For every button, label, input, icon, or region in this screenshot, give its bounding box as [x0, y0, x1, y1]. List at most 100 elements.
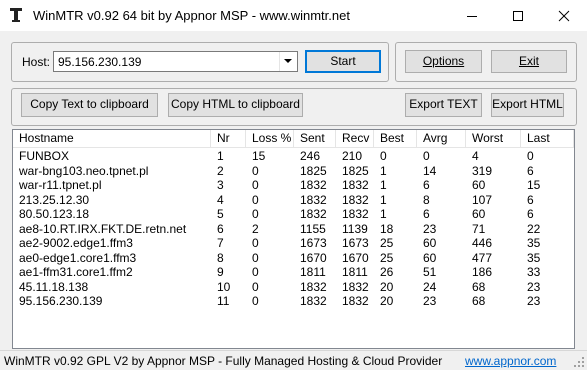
host-dropdown-button[interactable]	[279, 52, 297, 71]
table-cell: 5	[217, 207, 224, 221]
status-text: WinMTR v0.92 GPL V2 by Appnor MSP - Full…	[4, 354, 443, 368]
exit-button[interactable]: Exit	[491, 50, 567, 73]
table-cell: 1832	[300, 279, 327, 294]
table-cell: 95.156.230.139	[19, 294, 103, 308]
table-row[interactable]: ae8-10.RT.IRX.FKT.DE.retn.net 6 2 1155 1139 1…	[13, 222, 574, 236]
appnor-link[interactable]: www.appnor.com	[465, 354, 556, 368]
column-header-hostname[interactable]: Hostname	[13, 130, 211, 147]
table-cell: 1832	[342, 178, 369, 192]
table-cell: 71	[472, 221, 486, 236]
table-row[interactable]: ae2-9002.edge1.ffm3 7 0 1673 1673 25 60 446 35	[13, 236, 574, 250]
table-cell: 2	[217, 163, 224, 178]
resize-grip-icon[interactable]	[573, 356, 585, 368]
table-cell: 60	[423, 236, 437, 250]
client-area: Host: Start Options Exit Copy Text to cl…	[0, 31, 587, 369]
table-cell: 25	[380, 236, 394, 250]
table-cell: 210	[342, 149, 363, 163]
options-button[interactable]: Options	[405, 50, 482, 73]
export-html-button[interactable]: Export HTML	[491, 93, 564, 117]
table-cell: 45.11.18.138	[19, 279, 89, 294]
table-cell: 18	[380, 221, 394, 236]
table-cell: 1	[380, 192, 387, 207]
table-cell: 11	[217, 294, 230, 308]
table-cell: 0	[252, 207, 259, 221]
chevron-down-icon	[284, 59, 292, 63]
table-cell: 246	[300, 149, 321, 163]
table-row[interactable]: 213.25.12.30 4 0 1832 1832 1 8 107 6	[13, 193, 574, 207]
table-cell: 6	[217, 221, 224, 236]
table-row[interactable]: 45.11.18.138 10 0 1832 1832 20 24 68 23	[13, 280, 574, 294]
table-cell: 26	[380, 265, 394, 279]
table-cell: 25	[380, 250, 394, 265]
table-cell: 15	[527, 178, 541, 192]
table-row[interactable]: ae1-ffm31.core1.ffm2 9 0 1811 1811 26 51 186 33	[13, 265, 574, 279]
table-cell: 60	[472, 207, 486, 221]
table-cell: 3	[217, 178, 224, 192]
table-cell: 68	[472, 279, 486, 294]
table-cell: 1673	[300, 236, 327, 250]
table-cell: 1139	[342, 221, 368, 236]
start-button[interactable]: Start	[305, 50, 381, 73]
table-row[interactable]: 95.156.230.139 11 0 1832 1832 20 23 68 23	[13, 294, 574, 308]
host-input[interactable]	[56, 52, 282, 71]
table-row[interactable]: war-bng103.neo.tpnet.pl 2 0 1825 1825 1 14 319 6	[13, 164, 574, 178]
table-cell: 1832	[342, 207, 369, 221]
table-cell: 9	[217, 265, 224, 279]
table-row[interactable]: FUNBOX 1 15 246 210 0 0 4 0	[13, 149, 574, 163]
table-cell: 4	[472, 149, 479, 163]
table-row[interactable]: war-r11.tpnet.pl 3 0 1832 1832 1 6 60 15	[13, 178, 574, 192]
column-header-sent[interactable]: Sent	[294, 130, 336, 147]
title-bar[interactable]: WinMTR v0.92 64 bit by Appnor MSP - www.…	[0, 0, 587, 31]
table-row[interactable]: ae0-edge1.core1.ffm3 8 0 1670 1670 25 60 477 35	[13, 251, 574, 265]
table-cell: 6	[527, 163, 534, 178]
maximize-button[interactable]	[495, 0, 541, 31]
results-table[interactable]: Hostname Nr Loss % Sent Recv Best Avrg Worst Las…	[12, 129, 575, 349]
table-cell: 22	[527, 221, 541, 236]
column-header-avrg[interactable]: Avrg	[417, 130, 466, 147]
table-cell: 4	[217, 192, 224, 207]
table-cell: 6	[423, 207, 430, 221]
table-cell: 1825	[300, 163, 327, 178]
table-cell: 20	[380, 279, 394, 294]
column-header-recv[interactable]: Recv	[336, 130, 374, 147]
table-cell: 1155	[300, 221, 326, 236]
status-bar: WinMTR v0.92 GPL V2 by Appnor MSP - Full…	[0, 350, 587, 370]
table-cell: 23	[423, 221, 437, 236]
table-cell: 24	[423, 279, 437, 294]
column-header-best[interactable]: Best	[374, 130, 417, 147]
table-cell: 10	[217, 279, 231, 294]
table-cell: 1832	[300, 294, 327, 308]
column-header-worst[interactable]: Worst	[466, 130, 521, 147]
table-cell: 1	[380, 178, 387, 192]
table-row[interactable]: 80.50.123.18 5 0 1832 1832 1 6 60 6	[13, 207, 574, 221]
column-header-nr[interactable]: Nr	[211, 130, 246, 147]
table-cell: 107	[472, 192, 493, 207]
minimize-icon	[467, 16, 477, 17]
table-cell: FUNBOX	[19, 149, 70, 163]
close-icon	[558, 10, 570, 22]
export-text-button[interactable]: Export TEXT	[405, 93, 482, 117]
app-icon	[10, 8, 22, 22]
column-header-last[interactable]: Last	[521, 130, 574, 147]
column-header-loss[interactable]: Loss %	[246, 130, 294, 147]
host-combobox[interactable]	[53, 51, 298, 72]
table-cell: 8	[217, 250, 224, 265]
copy-text-button[interactable]: Copy Text to clipboard	[21, 93, 158, 117]
table-cell: 1832	[300, 178, 327, 192]
table-cell: 319	[472, 163, 493, 178]
table-cell: 1832	[300, 207, 327, 221]
copy-html-button[interactable]: Copy HTML to clipboard	[168, 93, 303, 117]
table-cell: war-r11.tpnet.pl	[19, 178, 102, 192]
table-cell: 0	[252, 178, 259, 192]
table-cell: 1832	[342, 279, 369, 294]
close-button[interactable]	[541, 0, 587, 31]
table-cell: ae0-edge1.core1.ffm3	[19, 250, 137, 265]
table-cell: 1670	[342, 250, 369, 265]
table-cell: 0	[380, 149, 387, 163]
table-cell: 8	[423, 192, 430, 207]
table-cell: 1832	[342, 192, 369, 207]
table-cell: 0	[527, 149, 534, 163]
minimize-button[interactable]	[449, 0, 495, 31]
table-cell: 1	[380, 207, 387, 221]
table-cell: 1670	[300, 250, 327, 265]
